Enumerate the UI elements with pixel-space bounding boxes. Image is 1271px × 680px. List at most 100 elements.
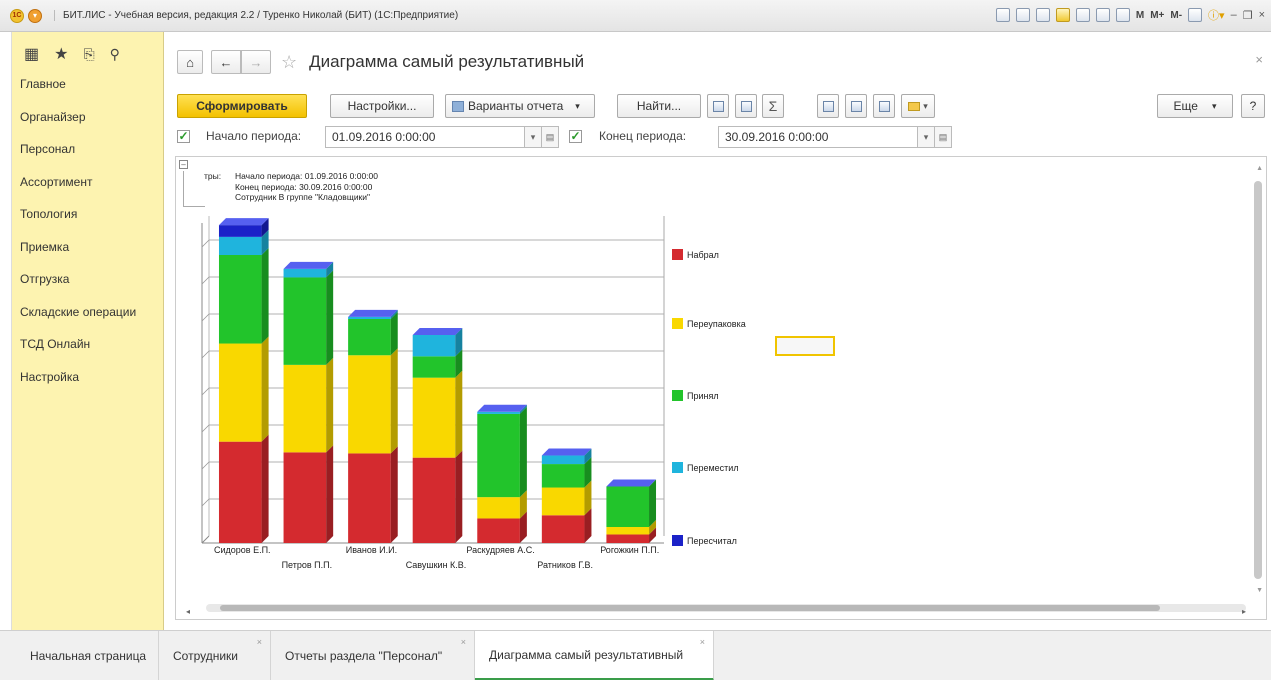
chart-bar-segment [218, 225, 262, 237]
preview-icon[interactable] [1035, 8, 1050, 22]
home-button[interactable]: ⌂ [177, 50, 203, 74]
sidebar-item-assortment[interactable]: Ассортимент [12, 166, 163, 199]
chart-legend-swatch [672, 535, 683, 546]
forward-button[interactable]: → [241, 50, 271, 74]
start-period-field[interactable]: 01.09.2016 0:00:00 [325, 126, 525, 148]
selected-cell[interactable] [775, 336, 835, 356]
close-form-icon[interactable]: × [1255, 52, 1263, 67]
chart-gridline [201, 461, 210, 470]
tab-label: Диаграмма самый результативный [489, 647, 684, 662]
start-period-dropdown[interactable]: ▾ [524, 126, 542, 148]
app-logo-icon[interactable]: 1C [10, 8, 24, 23]
calculator-icon[interactable] [1095, 8, 1110, 22]
history-icon[interactable] [1075, 8, 1090, 22]
chart-legend-swatch [672, 390, 683, 401]
paste-icon[interactable] [735, 94, 757, 118]
chart-category-label: Рогожкин П.П. [600, 545, 659, 555]
window-titlebar: 1C ▾ БИТ.ЛИС - Учебная версия, редакция … [0, 0, 1271, 32]
favorites-icon[interactable] [1055, 8, 1070, 22]
chart-bar-side [261, 434, 269, 543]
sidebar-item-receiving[interactable]: Приемка [12, 231, 163, 264]
back-button[interactable]: ← [211, 50, 241, 74]
tab-employees[interactable]: Сотрудники × [159, 631, 271, 680]
memory-m-plus[interactable]: M+ [1150, 10, 1164, 21]
find-button[interactable]: Найти... [617, 94, 701, 118]
chart-bar-top [477, 404, 527, 412]
sidebar-item-settings[interactable]: Настройка [12, 361, 163, 394]
period-row: ✓ Начало периода: 01.09.2016 0:00:00 ▾ ▤… [175, 126, 1265, 148]
help-button[interactable]: ? [1241, 94, 1265, 118]
collapse-group-icon[interactable]: – [179, 160, 188, 169]
scroll-left-icon[interactable]: ◂ [186, 607, 190, 616]
favorite-star-icon[interactable]: ☆ [281, 52, 297, 73]
sidebar-item-organizer[interactable]: Органайзер [12, 101, 163, 134]
sidebar-item-topology[interactable]: Топология [12, 198, 163, 231]
scroll-right-icon[interactable]: ▸ [1242, 607, 1246, 616]
minimize-button[interactable]: – [1231, 9, 1237, 21]
copy-icon[interactable] [707, 94, 729, 118]
chart-gridline [201, 313, 210, 322]
window-layout-icon[interactable] [1188, 8, 1203, 22]
calendar-icon[interactable] [1115, 8, 1130, 22]
info-icon[interactable]: ⓘ▾ [1208, 7, 1225, 23]
history-icon[interactable]: ⎘ [83, 46, 94, 63]
close-window-button[interactable]: × [1259, 9, 1265, 21]
vertical-scrollbar[interactable] [1254, 181, 1262, 579]
chart-bar-top [541, 448, 592, 456]
more-button[interactable]: Еще ▾ [1157, 94, 1233, 118]
report-document[interactable]: – тры: Начало периода: 01.09.2016 0:00:0… [175, 156, 1267, 620]
search-icon[interactable]: ⚲ [110, 46, 120, 63]
tab-chart-report[interactable]: Диаграмма самый результативный × [475, 631, 714, 680]
tab-label: Сотрудники [173, 649, 238, 663]
chart-bar-side [455, 370, 463, 458]
tab-start-page[interactable]: Начальная страница [16, 631, 159, 680]
preview-icon[interactable] [845, 94, 867, 118]
memory-m[interactable]: M [1136, 10, 1144, 21]
end-period-dropdown[interactable]: ▾ [917, 126, 935, 148]
sidebar-item-main[interactable]: Главное [12, 68, 163, 101]
chart-bar-segment [348, 316, 391, 319]
params-prefix: тры: [204, 171, 222, 181]
favorites-star-icon[interactable]: ★ [54, 44, 68, 64]
sidebar-item-shipping[interactable]: Отгрузка [12, 263, 163, 296]
chevron-down-icon: ▾ [1211, 100, 1217, 111]
scroll-down-icon[interactable]: ▼ [1256, 587, 1263, 594]
grid-menu-icon[interactable]: ▦ [24, 44, 39, 64]
print-icon[interactable] [817, 94, 839, 118]
sidebar-item-warehouse-ops[interactable]: Складские операции [12, 296, 163, 329]
chart-bar-segment [477, 497, 520, 519]
end-period-field[interactable]: 30.09.2016 0:00:00 [718, 126, 918, 148]
memory-m-minus[interactable]: M- [1170, 10, 1182, 21]
start-period-calendar-icon[interactable]: ▤ [541, 126, 559, 148]
main-menu-icon[interactable]: ▾ [28, 8, 42, 23]
send-mail-icon[interactable]: ▾ [901, 94, 935, 118]
chart-floor-edge [201, 535, 210, 544]
report-variants-button[interactable]: Варианты отчета ▾ [445, 94, 595, 118]
tab-close-icon[interactable]: × [461, 637, 466, 647]
start-period-checkbox[interactable]: ✓ [177, 130, 190, 143]
scroll-up-icon[interactable]: ▲ [1256, 165, 1263, 172]
sidebar-item-personnel[interactable]: Персонал [12, 133, 163, 166]
restore-button[interactable]: ❐ [1243, 9, 1253, 22]
tab-close-icon[interactable]: × [257, 637, 262, 647]
end-period-checkbox[interactable]: ✓ [569, 130, 582, 143]
sidebar-item-tsd-online[interactable]: ТСД Онлайн [12, 328, 163, 361]
chart-bar-side [326, 270, 334, 365]
print-icon[interactable] [1015, 8, 1030, 22]
variants-label: Варианты отчета [468, 99, 564, 113]
settings-button[interactable]: Настройки... [330, 94, 434, 118]
save-icon[interactable] [873, 94, 895, 118]
tab-personnel-reports[interactable]: Отчеты раздела "Персонал" × [271, 631, 475, 680]
chart-bar-segment [348, 453, 391, 543]
horizontal-scrollbar[interactable] [220, 605, 1160, 611]
chart-legend-label: Переместил [687, 463, 739, 473]
tab-close-icon[interactable]: × [700, 637, 705, 647]
chart-category-label: Раскудряев А.С. [466, 545, 534, 555]
window-title: БИТ.ЛИС - Учебная версия, редакция 2.2 /… [54, 10, 458, 21]
save-icon[interactable] [995, 8, 1010, 22]
chart-bar-segment [477, 411, 520, 414]
chevron-down-icon: ▾ [575, 100, 580, 111]
generate-button[interactable]: Сформировать [177, 94, 307, 118]
end-period-calendar-icon[interactable]: ▤ [934, 126, 952, 148]
sum-button[interactable]: Σ [762, 94, 784, 118]
